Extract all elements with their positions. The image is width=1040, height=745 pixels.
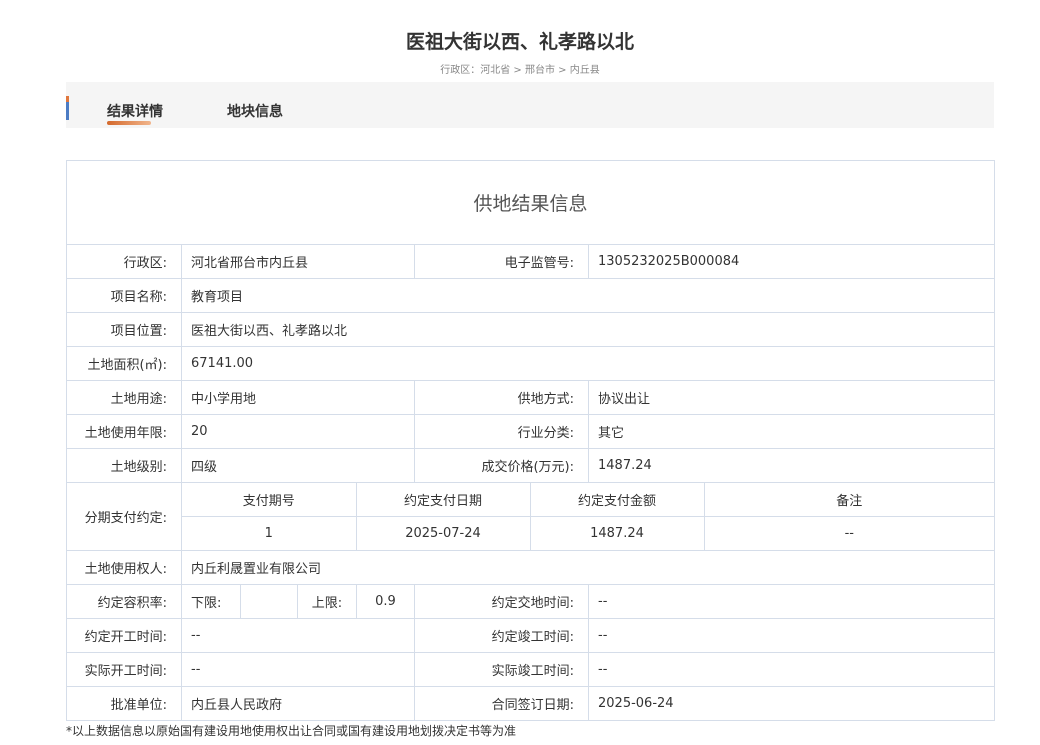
district-label: 行政区:	[66, 244, 182, 279]
approval-unit-label: 批准单位:	[66, 686, 182, 721]
table-row: 约定开工时间: -- 约定竣工时间: --	[66, 618, 996, 653]
installment-date: 2025-07-24	[355, 516, 530, 550]
land-user-value: 内丘利晟置业有限公司	[180, 550, 996, 585]
footnote: *以上数据信息以原始国有建设用地使用权出让合同或国有建设用地划拨决定书等为准	[66, 724, 517, 738]
approval-unit-value: 内丘县人民政府	[181, 686, 415, 721]
project-location-value: 医祖大街以西、礼孝路以北	[180, 312, 996, 347]
project-name-label: 项目名称:	[66, 278, 182, 313]
result-table: 供地结果信息 行政区: 河北省邢台市内丘县 电子监管号: 1305232025B…	[65, 160, 996, 721]
use-term-value: 20	[181, 414, 415, 449]
start-time-actual-label: 实际开工时间:	[66, 652, 182, 687]
supervision-no-label: 电子监管号:	[414, 244, 589, 279]
page-title: 医祖大街以西、礼孝路以北	[405, 31, 634, 53]
table-row: 实际开工时间: -- 实际竣工时间: --	[66, 652, 996, 687]
table-row: 行政区: 河北省邢台市内丘县 电子监管号: 1305232025B000084	[66, 244, 996, 279]
table-row: 土地使用权人: 内丘利晟置业有限公司	[66, 550, 996, 585]
far-label: 约定容积率:	[66, 584, 182, 619]
table-row: 约定容积率: 下限: 上限: 0.9 约定交地时间: --	[66, 584, 996, 619]
installment-cell: 支付期号 约定支付日期 约定支付金额 备注 1 2025-07-24 1487.…	[180, 482, 996, 551]
project-location-label: 项目位置:	[66, 312, 182, 347]
tab-bar-accent-top	[66, 96, 69, 102]
table-row: 分期支付约定: 支付期号 约定支付日期 约定支付金额 备注 1 2025-07-…	[66, 482, 996, 551]
supply-method-value: 协议出让	[587, 380, 996, 415]
far-lower-value	[240, 584, 298, 619]
installment-table: 支付期号 约定支付日期 约定支付金额 备注 1 2025-07-24 1487.…	[182, 483, 995, 550]
start-time-agreed-value: --	[181, 618, 415, 653]
completion-time-actual-label: 实际竣工时间:	[414, 652, 589, 687]
active-tab-underline	[107, 121, 151, 125]
table-row: 项目位置: 医祖大街以西、礼孝路以北	[66, 312, 996, 347]
completion-time-agreed-value: --	[587, 618, 996, 653]
use-term-label: 土地使用年限:	[66, 414, 182, 449]
installment-remark: --	[703, 516, 995, 550]
table-row: 土地级别: 四级 成交价格(万元): 1487.24	[66, 448, 996, 483]
industry-label: 行业分类:	[414, 414, 589, 449]
far-upper-label: 上限:	[297, 584, 357, 619]
table-row: 土地使用年限: 20 行业分类: 其它	[66, 414, 996, 449]
supply-method-label: 供地方式:	[414, 380, 589, 415]
installment-header-remark: 备注	[703, 483, 995, 517]
table-row: 土地用途: 中小学用地 供地方式: 协议出让	[66, 380, 996, 415]
far-upper-value: 0.9	[356, 584, 415, 619]
price-label: 成交价格(万元):	[414, 448, 589, 483]
table-row: 项目名称: 教育项目	[66, 278, 996, 313]
start-time-actual-value: --	[181, 652, 415, 687]
far-lower-label: 下限:	[181, 584, 241, 619]
price-value: 1487.24	[587, 448, 996, 483]
district-value: 河北省邢台市内丘县	[181, 244, 415, 279]
contract-date-value: 2025-06-24	[587, 686, 996, 721]
project-name-value: 教育项目	[180, 278, 996, 313]
contract-date-label: 合同签订日期:	[414, 686, 589, 721]
land-use-value: 中小学用地	[181, 380, 415, 415]
land-grade-label: 土地级别:	[66, 448, 182, 483]
tab-bar: 结果详情 地块信息	[66, 82, 994, 128]
delivery-time-label: 约定交地时间:	[414, 584, 589, 619]
installment-header-amount: 约定支付金额	[529, 483, 704, 517]
supervision-no-value: 1305232025B000084	[587, 244, 996, 279]
land-grade-value: 四级	[181, 448, 415, 483]
industry-value: 其它	[587, 414, 996, 449]
tab-parcel-info[interactable]: 地块信息	[227, 101, 283, 121]
breadcrumb: 行政区：河北省 > 邢台市 > 内丘县	[440, 65, 600, 76]
land-use-label: 土地用途:	[66, 380, 182, 415]
delivery-time-value: --	[587, 584, 996, 619]
land-area-value: 67141.00	[180, 346, 996, 381]
table-row: 批准单位: 内丘县人民政府 合同签订日期: 2025-06-24	[66, 686, 996, 721]
land-area-label: 土地面积(㎡):	[66, 346, 182, 381]
completion-time-actual-value: --	[587, 652, 996, 687]
installment-amount: 1487.24	[529, 516, 704, 550]
installment-period: 1	[264, 526, 273, 541]
installment-label: 分期支付约定:	[66, 482, 182, 551]
completion-time-agreed-label: 约定竣工时间:	[414, 618, 589, 653]
result-table-container: 供地结果信息 行政区: 河北省邢台市内丘县 电子监管号: 1305232025B…	[65, 160, 996, 721]
tab-result-details[interactable]: 结果详情	[107, 101, 163, 121]
start-time-agreed-label: 约定开工时间:	[66, 618, 182, 653]
installment-header-date: 约定支付日期	[355, 483, 530, 517]
table-row: 土地面积(㎡): 67141.00	[66, 346, 996, 381]
installment-header-period: 支付期号	[182, 483, 356, 517]
land-user-label: 土地使用权人:	[66, 550, 182, 585]
table-title: 供地结果信息	[65, 160, 996, 245]
